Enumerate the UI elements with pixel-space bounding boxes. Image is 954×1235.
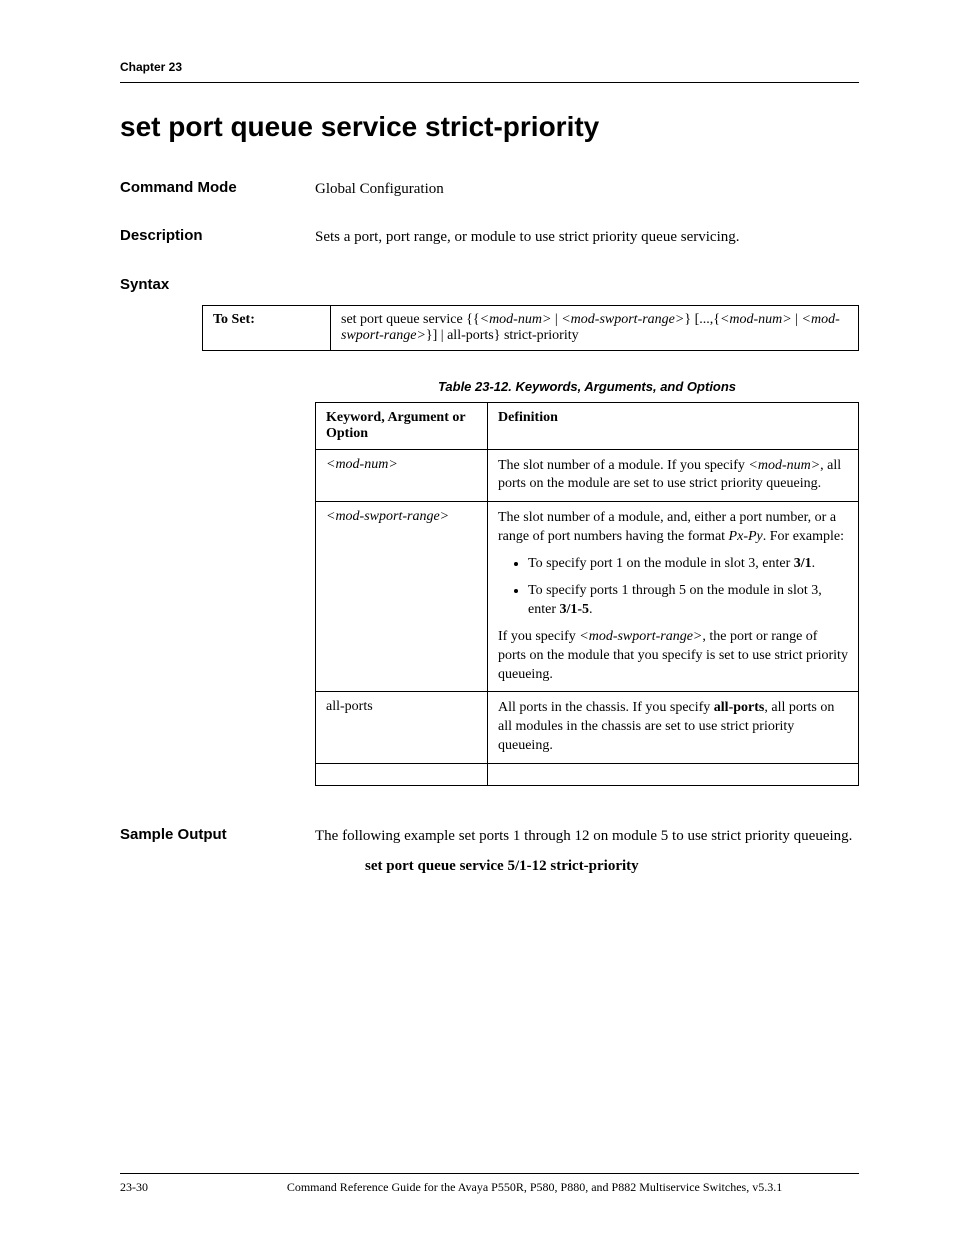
sample-output-section: Sample Output The following example set … <box>120 826 859 846</box>
definition-cell: The slot number of a module, and, either… <box>488 502 859 692</box>
to-set-value: set port queue service {{<mod-num> | <mo… <box>331 305 859 350</box>
description-label: Description <box>120 227 315 247</box>
command-mode-value: Global Configuration <box>315 179 859 199</box>
page-number: 23-30 <box>120 1180 210 1195</box>
table-header-row: Keyword, Argument or Option Definition <box>316 402 859 449</box>
footer-line: 23-30 Command Reference Guide for the Av… <box>120 1180 859 1195</box>
table-row: <mod-num>The slot number of a module. If… <box>316 449 859 502</box>
sample-output-label: Sample Output <box>120 826 315 846</box>
keyword-cell: all-ports <box>316 692 488 764</box>
table-header-keyword: Keyword, Argument or Option <box>316 402 488 449</box>
syntax-row: To Set: set port queue service {{<mod-nu… <box>203 305 859 350</box>
header-rule <box>120 82 859 83</box>
syntax-table-wrapper: To Set: set port queue service {{<mod-nu… <box>202 305 859 351</box>
table-row: <mod-swport-range>The slot number of a m… <box>316 502 859 692</box>
keyword-cell: <mod-swport-range> <box>316 502 488 692</box>
command-mode-label: Command Mode <box>120 179 315 199</box>
keywords-table-wrapper: Table 23-12. Keywords, Arguments, and Op… <box>315 379 859 787</box>
sample-output-text: The following example set ports 1 throug… <box>315 826 859 846</box>
footer-rule <box>120 1173 859 1174</box>
syntax-table: To Set: set port queue service {{<mod-nu… <box>202 305 859 351</box>
sample-output-command: set port queue service 5/1-12 strict-pri… <box>365 858 859 875</box>
table-row: all-portsAll ports in the chassis. If yo… <box>316 692 859 764</box>
table-caption: Table 23-12. Keywords, Arguments, and Op… <box>315 379 859 394</box>
empty-cell <box>488 764 859 786</box>
syntax-label: Syntax <box>120 276 315 293</box>
description-value: Sets a port, port range, or module to us… <box>315 227 859 247</box>
footer-text: Command Reference Guide for the Avaya P5… <box>210 1180 859 1195</box>
keywords-table: Keyword, Argument or Option Definition <… <box>315 402 859 787</box>
to-set-label: To Set: <box>203 305 331 350</box>
definition-cell: The slot number of a module. If you spec… <box>488 449 859 502</box>
description-section: Description Sets a port, port range, or … <box>120 227 859 247</box>
chapter-label: Chapter 23 <box>120 60 859 74</box>
page-header: Chapter 23 <box>120 60 859 83</box>
definition-cell: All ports in the chassis. If you specify… <box>488 692 859 764</box>
syntax-section-header: Syntax <box>120 276 859 293</box>
command-mode-section: Command Mode Global Configuration <box>120 179 859 199</box>
keyword-cell: <mod-num> <box>316 449 488 502</box>
empty-cell <box>316 764 488 786</box>
table-empty-row <box>316 764 859 786</box>
page-footer: 23-30 Command Reference Guide for the Av… <box>120 1173 859 1195</box>
page-title: set port queue service strict-priority <box>120 111 859 143</box>
table-header-definition: Definition <box>488 402 859 449</box>
